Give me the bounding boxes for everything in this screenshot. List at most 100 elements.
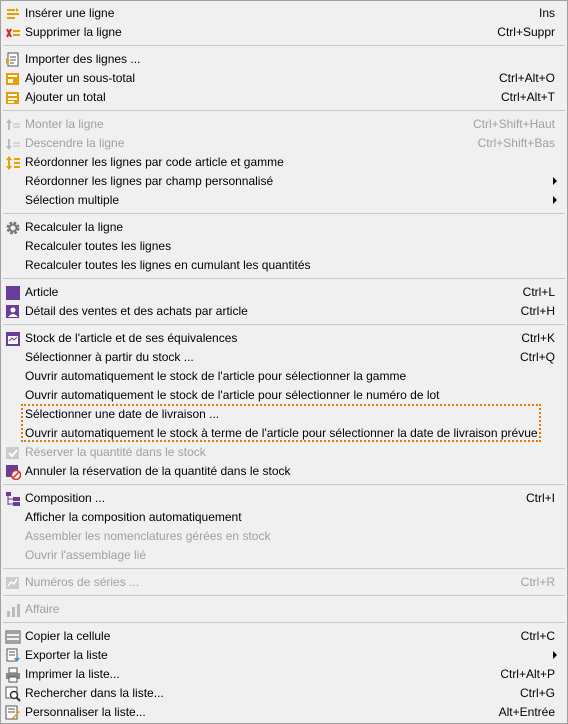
delete-row-icon: [5, 25, 21, 41]
export-icon: [5, 648, 21, 664]
menu-item-shortcut: Ctrl+Alt+P: [500, 667, 555, 681]
menu-item-move-up[interactable]: Monter la ligne Ctrl+Shift+Haut: [1, 115, 567, 134]
menu-item-label: Recalculer toutes les lignes: [25, 239, 172, 253]
separator: [3, 595, 565, 596]
separator: [3, 278, 565, 279]
menu-item-label: Supprimer la ligne: [25, 25, 122, 39]
menu-item-reserve-quantity[interactable]: Réserver la quantité dans le stock: [1, 443, 567, 462]
menu-item-label: Détail des ventes et des achats par arti…: [25, 304, 248, 318]
copy-icon: [5, 629, 21, 645]
move-down-icon: [5, 136, 21, 152]
serial-numbers-icon: [5, 575, 21, 591]
menu-item-sales-detail[interactable]: Détail des ventes et des achats par arti…: [1, 302, 567, 321]
menu-item-shortcut: Ctrl+Shift+Haut: [472, 117, 555, 131]
menu-item-shortcut: Ctrl+Alt+O: [498, 71, 555, 85]
menu-item-label: Article: [25, 285, 59, 299]
menu-item-shortcut: Ctrl+C: [520, 629, 555, 643]
menu-item-move-down[interactable]: Descendre la ligne Ctrl+Shift+Bas: [1, 134, 567, 153]
menu-item-composition[interactable]: Composition ... Ctrl+I: [1, 489, 567, 508]
menu-item-select-from-stock[interactable]: Sélectionner à partir du stock ... Ctrl+…: [1, 348, 567, 367]
separator: [3, 484, 565, 485]
menu-item-shortcut: Ctrl+Shift+Bas: [477, 136, 555, 150]
sales-detail-icon: [5, 304, 21, 320]
separator: [3, 213, 565, 214]
menu-item-label: Numéros de séries ...: [25, 575, 140, 589]
menu-item-assemble-nomenclatures[interactable]: Assembler les nomenclatures gérées en st…: [1, 527, 567, 546]
import-lines-icon: [5, 52, 21, 68]
menu-item-label: Réserver la quantité dans le stock: [25, 445, 206, 459]
menu-item-shortcut: Ctrl+Suppr: [497, 25, 555, 39]
menu-item-label: Ouvrir automatiquement le stock de l'art…: [25, 388, 440, 402]
separator: [3, 568, 565, 569]
menu-item-add-total[interactable]: Ajouter un total Ctrl+Alt+T: [1, 88, 567, 107]
menu-item-label: Sélectionner à partir du stock ...: [25, 350, 194, 364]
move-up-icon: [5, 117, 21, 133]
menu-item-auto-stock-lot[interactable]: Ouvrir automatiquement le stock de l'art…: [1, 386, 567, 405]
menu-item-label: Composition ...: [25, 491, 106, 505]
menu-item-label: Imprimer la liste...: [25, 667, 120, 681]
total-icon: [5, 90, 21, 106]
customize-list-icon: [5, 705, 21, 721]
menu-item-recalculate-all[interactable]: Recalculer toutes les lignes: [1, 237, 567, 256]
menu-item-label: Ouvrir automatiquement le stock de l'art…: [25, 369, 407, 383]
menu-item-label: Recalculer toutes les lignes en cumulant…: [25, 258, 311, 272]
menu-item-label: Affaire: [25, 602, 60, 616]
menu-item-auto-stock-range[interactable]: Ouvrir automatiquement le stock de l'art…: [1, 367, 567, 386]
menu-item-reorder-by-code[interactable]: Réordonner les lignes par code article e…: [1, 153, 567, 172]
menu-item-shortcut: Ctrl+K: [521, 331, 555, 345]
context-menu: Insérer une ligne Ins Supprimer la ligne…: [0, 0, 568, 724]
menu-item-label: Réordonner les lignes par code article e…: [25, 155, 284, 169]
menu-item-open-linked-assembly[interactable]: Ouvrir l'assemblage lié: [1, 546, 567, 565]
menu-item-customize-list[interactable]: Personnaliser la liste... Alt+Entrée: [1, 703, 567, 722]
separator: [3, 45, 565, 46]
menu-item-article[interactable]: Article Ctrl+L: [1, 283, 567, 302]
menu-item-reorder-by-field[interactable]: Réordonner les lignes par champ personna…: [1, 172, 567, 191]
menu-item-label: Assembler les nomenclatures gérées en st…: [25, 529, 271, 543]
separator: [3, 622, 565, 623]
menu-item-label: Importer des lignes ...: [25, 52, 141, 66]
menu-item-shortcut: Ctrl+L: [522, 285, 555, 299]
menu-item-shortcut: Ctrl+I: [525, 491, 555, 505]
menu-item-article-stock[interactable]: Stock de l'article et de ses équivalence…: [1, 329, 567, 348]
menu-item-copy-cell[interactable]: Copier la cellule Ctrl+C: [1, 627, 567, 646]
highlight-box: [21, 404, 541, 442]
submenu-arrow-icon: [553, 177, 557, 185]
menu-item-print-list[interactable]: Imprimer la liste... Ctrl+Alt+P: [1, 665, 567, 684]
affaire-icon: [5, 602, 21, 618]
menu-item-affaire[interactable]: Affaire: [1, 600, 567, 619]
menu-item-shortcut: Ctrl+H: [520, 304, 555, 318]
menu-item-shortcut: Ctrl+Q: [519, 350, 555, 364]
menu-item-shortcut: Ins: [538, 6, 555, 20]
separator: [3, 324, 565, 325]
menu-item-recalculate-all-cumulative[interactable]: Recalculer toutes les lignes en cumulant…: [1, 256, 567, 275]
menu-item-label: Monter la ligne: [25, 117, 104, 131]
menu-item-multiple-selection[interactable]: Sélection multiple: [1, 191, 567, 210]
menu-item-shortcut: Alt+Entrée: [498, 705, 555, 719]
menu-item-import-lines[interactable]: Importer des lignes ...: [1, 50, 567, 69]
menu-item-cancel-reservation[interactable]: Annuler la réservation de la quantité da…: [1, 462, 567, 481]
submenu-arrow-icon: [553, 196, 557, 204]
search-icon: [5, 686, 21, 702]
menu-item-export-list[interactable]: Exporter la liste: [1, 646, 567, 665]
menu-item-delete-row[interactable]: Supprimer la ligne Ctrl+Suppr: [1, 23, 567, 42]
menu-item-label: Annuler la réservation de la quantité da…: [25, 464, 291, 478]
cancel-reservation-icon: [5, 464, 21, 480]
subtotal-icon: [5, 71, 21, 87]
submenu-arrow-icon: [553, 651, 557, 659]
menu-item-label: Recalculer la ligne: [25, 220, 124, 234]
menu-item-label: Sélection multiple: [25, 193, 120, 207]
menu-item-shortcut: Ctrl+Alt+T: [500, 90, 555, 104]
menu-item-shortcut: Ctrl+R: [520, 575, 555, 589]
menu-item-serial-numbers[interactable]: Numéros de séries ... Ctrl+R: [1, 573, 567, 592]
menu-item-label: Ouvrir l'assemblage lié: [25, 548, 147, 562]
menu-item-add-subtotal[interactable]: Ajouter un sous-total Ctrl+Alt+O: [1, 69, 567, 88]
menu-item-label: Stock de l'article et de ses équivalence…: [25, 331, 238, 345]
menu-item-label: Ajouter un total: [25, 90, 106, 104]
menu-item-recalculate-line[interactable]: Recalculer la ligne: [1, 218, 567, 237]
menu-item-label: Descendre la ligne: [25, 136, 125, 150]
menu-item-label: Réordonner les lignes par champ personna…: [25, 174, 274, 188]
reorder-icon: [5, 155, 21, 171]
menu-item-auto-composition[interactable]: Afficher la composition automatiquement: [1, 508, 567, 527]
menu-item-insert-row[interactable]: Insérer une ligne Ins: [1, 4, 567, 23]
menu-item-search-list[interactable]: Rechercher dans la liste... Ctrl+G: [1, 684, 567, 703]
